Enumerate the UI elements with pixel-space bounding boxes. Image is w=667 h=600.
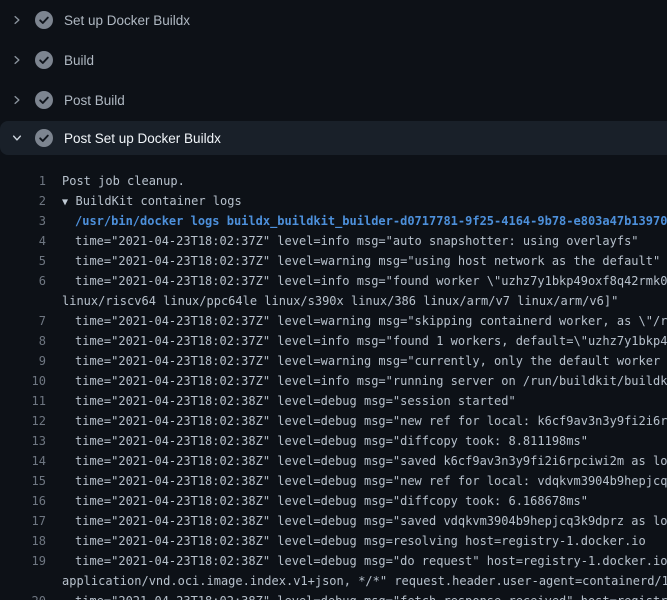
log-line-number[interactable]: 3 [0, 211, 46, 231]
chevron-right-icon[interactable] [10, 93, 24, 107]
log-line-text: time="2021-04-23T18:02:38Z" level=debug … [75, 511, 667, 531]
log-group-toggle[interactable]: ▼BuildKit container logs [62, 191, 242, 211]
log-line-number[interactable]: 15 [0, 471, 46, 491]
log-line-number[interactable]: 2 [0, 191, 46, 211]
log-line-number[interactable]: 13 [0, 431, 46, 451]
log-line: 18 time="2021-04-23T18:02:38Z" level=debu… [0, 531, 667, 551]
step-row-3[interactable]: Post Build [0, 80, 667, 120]
log-line: 19 time="2021-04-23T18:02:38Z" level=debu… [0, 551, 667, 571]
log-line-text: time="2021-04-23T18:02:38Z" level=debug … [75, 591, 667, 600]
log-line: 4 time="2021-04-23T18:02:37Z" level=info … [0, 231, 667, 251]
log-line-number[interactable]: 10 [0, 371, 46, 391]
log-line-number[interactable]: 14 [0, 451, 46, 471]
log-line-number[interactable]: 8 [0, 331, 46, 351]
step-label: Post Build [64, 93, 125, 108]
log-line-text: time="2021-04-23T18:02:38Z" level=debug … [75, 411, 667, 431]
steps-list: Set up Docker Buildx Build Post Build Po… [0, 0, 667, 155]
chevron-down-icon[interactable] [10, 131, 24, 145]
log-line: 17 time="2021-04-23T18:02:38Z" level=debu… [0, 511, 667, 531]
log-line-text: Post job cleanup. [62, 171, 185, 191]
chevron-right-icon[interactable] [10, 53, 24, 67]
log-line: application/vnd.oci.image.index.v1+json,… [0, 571, 667, 591]
log-line: linux/riscv64 linux/ppc64le linux/s390x … [0, 291, 667, 311]
step-row-1[interactable]: Set up Docker Buildx [0, 0, 667, 40]
log-line: 1 Post job cleanup. [0, 171, 667, 191]
step-row-2[interactable]: Build [0, 40, 667, 80]
log-command-text[interactable]: /usr/bin/docker logs buildx_buildkit_bui… [75, 211, 667, 231]
log-line-number[interactable]: 19 [0, 551, 46, 571]
log-line-text: time="2021-04-23T18:02:38Z" level=debug … [75, 551, 667, 571]
log-area: 1 Post job cleanup. 2 ▼BuildKit container l… [0, 171, 667, 600]
log-line-number[interactable]: 7 [0, 311, 46, 331]
log-line: 13 time="2021-04-23T18:02:38Z" level=debu… [0, 431, 667, 451]
log-line-text: linux/riscv64 linux/ppc64le linux/s390x … [62, 291, 618, 311]
log-line-text: time="2021-04-23T18:02:37Z" level=info m… [75, 371, 667, 391]
step-label: Post Set up Docker Buildx [64, 131, 221, 146]
log-line-number[interactable]: 16 [0, 491, 46, 511]
chevron-right-icon[interactable] [10, 13, 24, 27]
log-line-number[interactable]: 17 [0, 511, 46, 531]
log-line: 7 time="2021-04-23T18:02:37Z" level=warni… [0, 311, 667, 331]
log-line-number[interactable]: 18 [0, 531, 46, 551]
log-line: 8 time="2021-04-23T18:02:37Z" level=info … [0, 331, 667, 351]
log-line-number[interactable]: 9 [0, 351, 46, 371]
log-line: 15 time="2021-04-23T18:02:38Z" level=debu… [0, 471, 667, 491]
check-circle-icon [35, 91, 53, 109]
log-line-number[interactable]: 1 [0, 171, 46, 191]
log-line-number [0, 571, 46, 591]
log-line-text: time="2021-04-23T18:02:38Z" level=debug … [75, 531, 646, 551]
log-line-text: time="2021-04-23T18:02:38Z" level=debug … [75, 431, 588, 451]
log-line-number[interactable]: 12 [0, 411, 46, 431]
log-line: 10 time="2021-04-23T18:02:37Z" level=info… [0, 371, 667, 391]
step-label: Build [64, 53, 94, 68]
log-line: 14 time="2021-04-23T18:02:38Z" level=debu… [0, 451, 667, 471]
log-line-text: time="2021-04-23T18:02:37Z" level=info m… [75, 271, 667, 291]
log-line: 12 time="2021-04-23T18:02:38Z" level=debu… [0, 411, 667, 431]
log-line: 3/usr/bin/docker logs buildx_buildkit_bu… [0, 211, 667, 231]
check-circle-icon [35, 129, 53, 147]
log-line-text: time="2021-04-23T18:02:37Z" level=warnin… [75, 351, 667, 371]
check-circle-icon [35, 11, 53, 29]
log-group-title: BuildKit container logs [76, 194, 242, 208]
log-line-text: application/vnd.oci.image.index.v1+json,… [62, 571, 667, 591]
log-line-text: time="2021-04-23T18:02:38Z" level=debug … [75, 491, 588, 511]
log-line: 6 time="2021-04-23T18:02:37Z" level=info … [0, 271, 667, 291]
step-label: Set up Docker Buildx [64, 13, 190, 28]
triangle-down-icon: ▼ [62, 193, 76, 213]
log-line: 11 time="2021-04-23T18:02:38Z" level=debu… [0, 391, 667, 411]
log-line-number[interactable]: 20 [0, 591, 46, 600]
log-line-number[interactable]: 4 [0, 231, 46, 251]
log-line-text: time="2021-04-23T18:02:37Z" level=info m… [75, 331, 667, 351]
log-line: 9 time="2021-04-23T18:02:37Z" level=warni… [0, 351, 667, 371]
check-circle-icon [35, 51, 53, 69]
log-line-number [0, 291, 46, 311]
log-group-row: 2 ▼BuildKit container logs [0, 191, 667, 211]
log-line: 5 time="2021-04-23T18:02:37Z" level=warni… [0, 251, 667, 271]
log-line-text: time="2021-04-23T18:02:37Z" level=warnin… [75, 311, 667, 331]
step-row-4[interactable]: Post Set up Docker Buildx [0, 121, 667, 155]
log-line-number[interactable]: 11 [0, 391, 46, 411]
log-line-text: time="2021-04-23T18:02:38Z" level=debug … [75, 451, 667, 471]
log-line-text: time="2021-04-23T18:02:37Z" level=info m… [75, 231, 639, 251]
log-line-number[interactable]: 5 [0, 251, 46, 271]
log-line-text: time="2021-04-23T18:02:37Z" level=warnin… [75, 251, 660, 271]
log-line-text: time="2021-04-23T18:02:38Z" level=debug … [75, 391, 516, 411]
log-line-number[interactable]: 6 [0, 271, 46, 291]
log-line: 16 time="2021-04-23T18:02:38Z" level=debu… [0, 491, 667, 511]
log-line: 20 time="2021-04-23T18:02:38Z" level=debu… [0, 591, 667, 600]
log-line-text: time="2021-04-23T18:02:38Z" level=debug … [75, 471, 667, 491]
